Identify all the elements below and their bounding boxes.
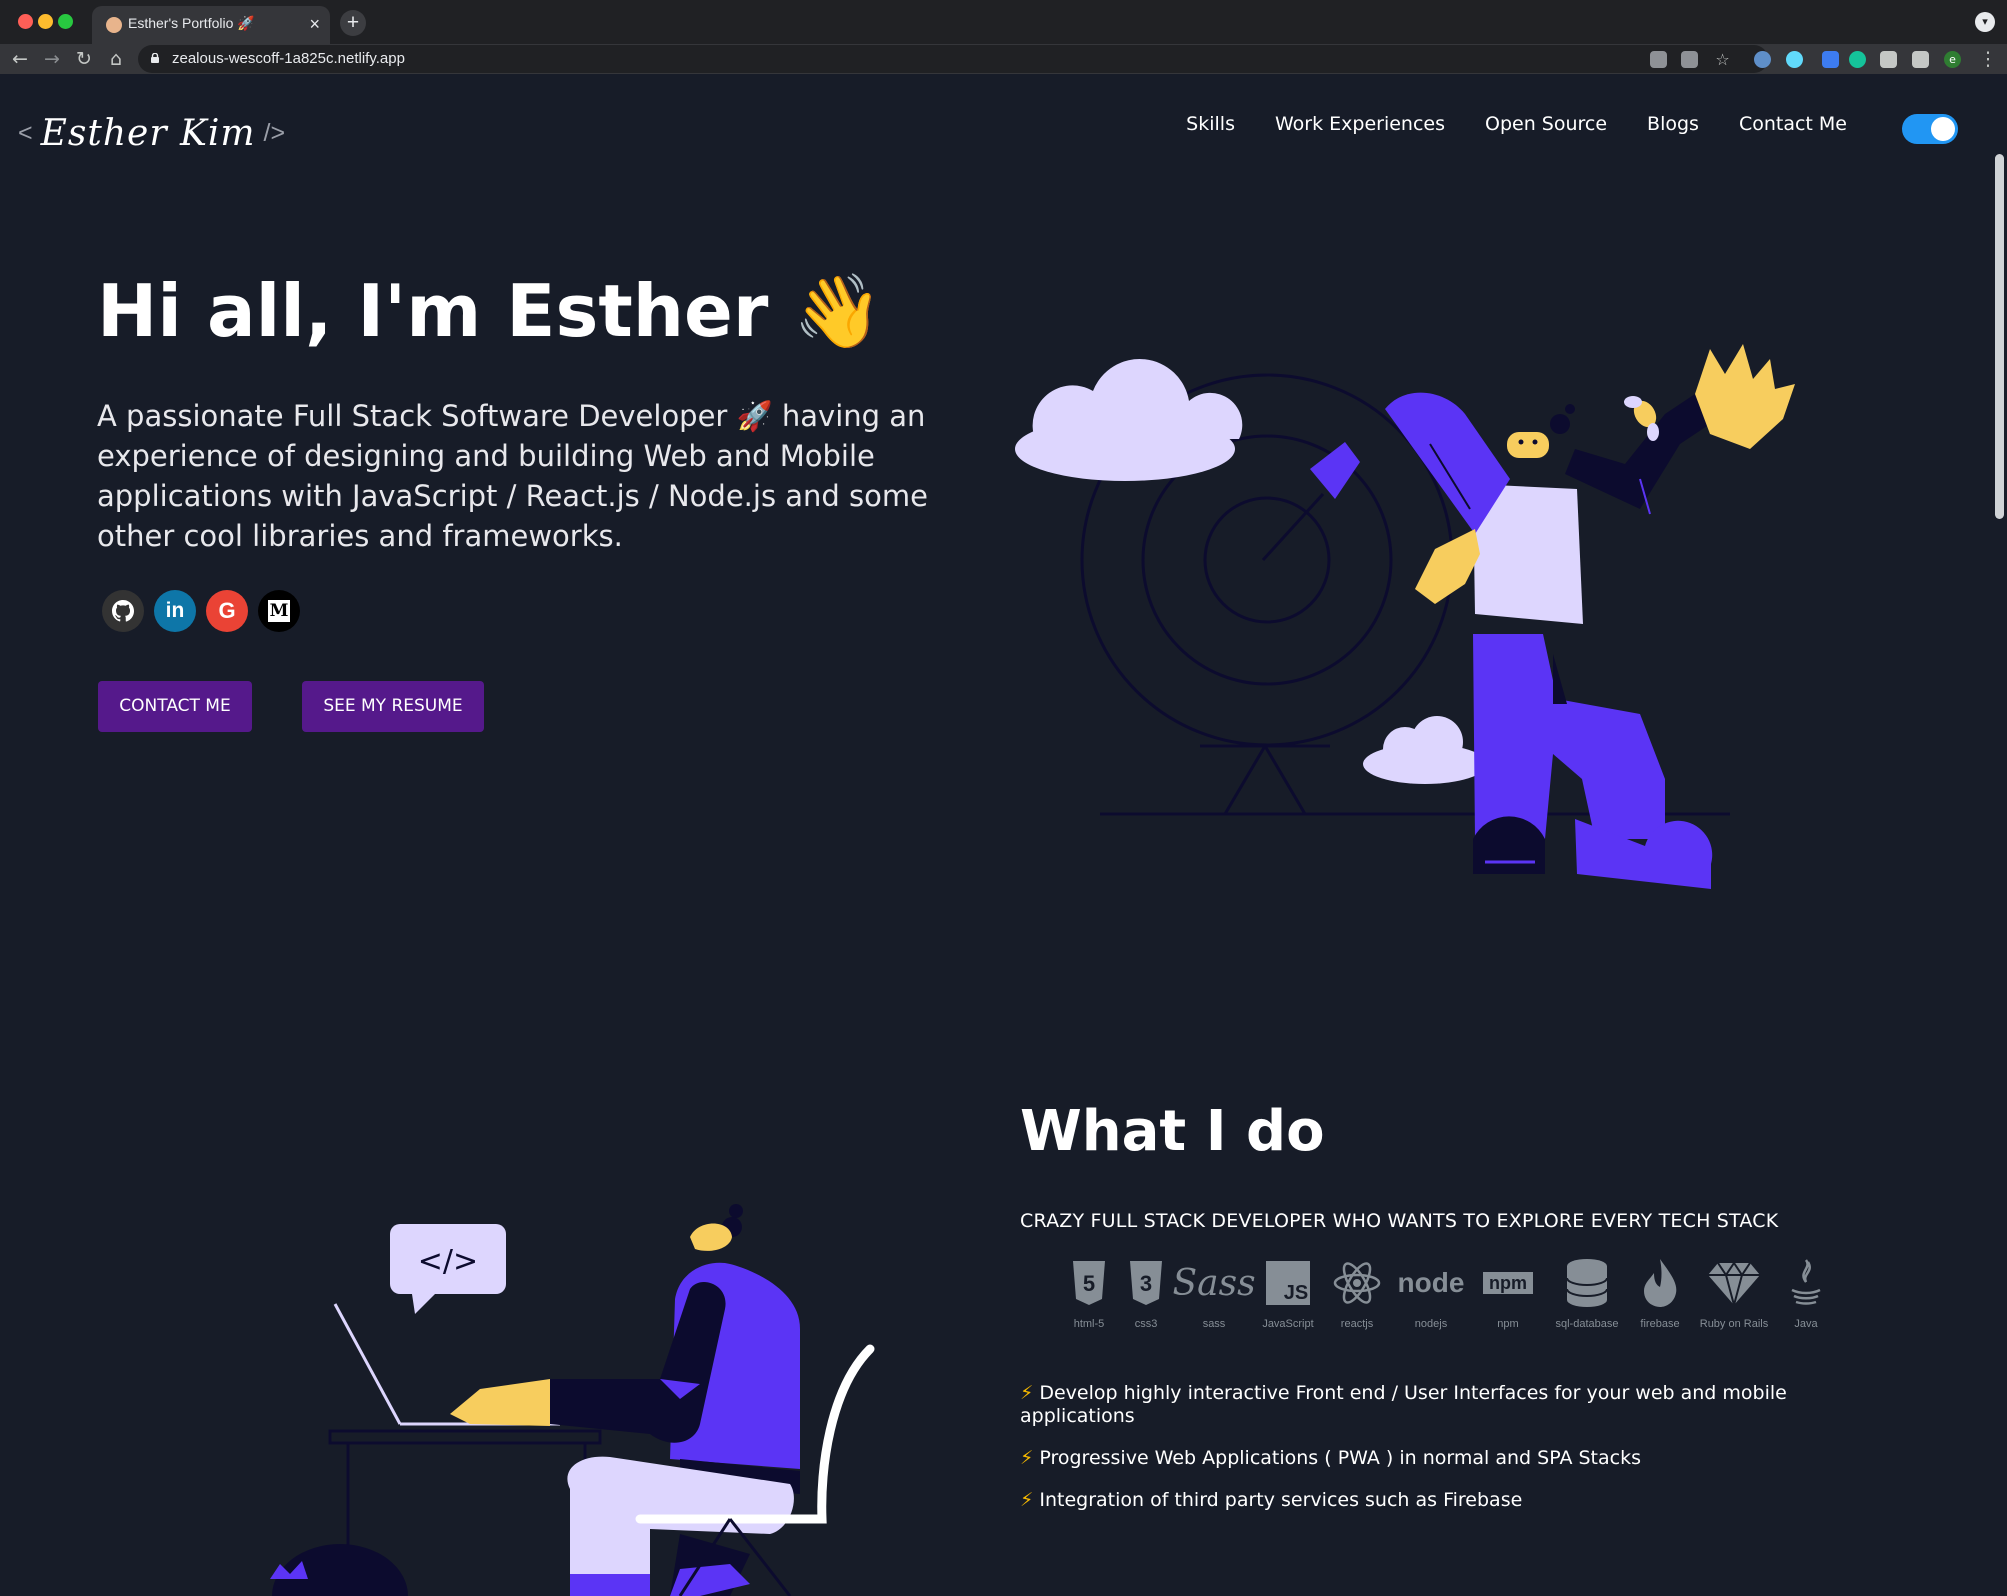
linkedin-icon[interactable]: in xyxy=(154,590,196,632)
github-icon[interactable] xyxy=(102,590,144,632)
browser-tabstrip: Esther's Portfolio 🚀 × + ▾ xyxy=(0,0,2007,44)
see-resume-button[interactable]: SEE MY RESUME xyxy=(302,681,484,732)
tab-search-icon[interactable]: ▾ xyxy=(1975,12,1995,32)
logo-close-bracket: /> xyxy=(263,118,286,147)
lightning-icon: ⚡ xyxy=(1020,1382,1034,1404)
svg-text:5: 5 xyxy=(1083,1271,1095,1296)
forward-icon[interactable]: → xyxy=(40,47,64,71)
nav-contact-me[interactable]: Contact Me xyxy=(1719,113,1867,135)
qr-code-icon[interactable] xyxy=(1650,51,1667,68)
html5-icon: 5 xyxy=(1073,1261,1105,1305)
skill-node: node nodejs xyxy=(1397,1267,1465,1330)
skills-bullet-list: ⚡ Develop highly interactive Front end / … xyxy=(1020,1382,1840,1531)
database-icon xyxy=(1566,1259,1608,1307)
scrollbar-thumb[interactable] xyxy=(1995,154,2004,519)
lightning-icon: ⚡ xyxy=(1020,1447,1034,1469)
skill-java: Java xyxy=(1776,1254,1836,1330)
browser-tab[interactable]: Esther's Portfolio 🚀 × xyxy=(92,6,330,44)
greeting-subtitle: A passionate Full Stack Software Develop… xyxy=(97,399,928,553)
svg-text:JS: JS xyxy=(1284,1282,1308,1304)
browser-toolbar: ← → ↻ ⌂ zealous-wescoff-1a825c.netlify.a… xyxy=(0,44,2007,74)
firebase-icon xyxy=(1644,1259,1677,1307)
site-logo[interactable]: < Esther Kim /> xyxy=(18,104,285,162)
react-icon xyxy=(1333,1262,1381,1304)
extensions-puzzle-icon[interactable] xyxy=(1880,51,1897,68)
javascript-icon: JS xyxy=(1266,1261,1310,1305)
page-scrollbar[interactable] xyxy=(1992,74,2007,1596)
skill-html5: 5 html-5 xyxy=(1060,1254,1118,1330)
skill-react: reactjs xyxy=(1322,1254,1392,1330)
nav-blogs[interactable]: Blogs xyxy=(1627,113,1719,135)
reload-icon[interactable]: ↻ xyxy=(72,47,96,71)
css3-icon: 3 xyxy=(1130,1261,1162,1305)
grammarly-icon[interactable] xyxy=(1849,51,1866,68)
extension-2-icon[interactable] xyxy=(1822,51,1839,68)
skill-sass: Sass sass xyxy=(1172,1262,1256,1331)
skill-javascript: JS JavaScript xyxy=(1254,1254,1322,1330)
skill-ruby-on-rails: Ruby on Rails xyxy=(1692,1254,1776,1330)
contact-me-button[interactable]: CONTACT ME xyxy=(98,681,252,732)
react-devtools-icon[interactable] xyxy=(1786,51,1803,68)
nav-skills[interactable]: Skills xyxy=(1166,113,1255,135)
skill-bullet: ⚡ Progressive Web Applications ( PWA ) in… xyxy=(1020,1447,1641,1469)
browser-menu-icon[interactable]: ⋮ xyxy=(1976,47,2000,71)
hero-illustration xyxy=(1015,344,1795,889)
url-text: zealous-wescoff-1a825c.netlify.app xyxy=(172,50,405,67)
logo-signature: Esther Kim xyxy=(40,112,256,154)
translate-icon[interactable] xyxy=(1681,51,1698,68)
sass-icon: Sass xyxy=(1172,1262,1256,1304)
home-icon[interactable]: ⌂ xyxy=(104,47,128,71)
lock-icon xyxy=(151,53,159,63)
new-tab-button[interactable]: + xyxy=(340,10,366,36)
skill-css3: 3 css3 xyxy=(1118,1254,1174,1330)
skill-bullet: ⚡ Develop highly interactive Front end / … xyxy=(1020,1382,1787,1427)
tab-title: Esther's Portfolio 🚀 xyxy=(128,15,255,31)
skill-firebase: firebase xyxy=(1628,1254,1692,1330)
lightning-icon: ⚡ xyxy=(1020,1489,1034,1511)
back-icon[interactable]: ← xyxy=(8,47,32,71)
node-icon: node xyxy=(1397,1267,1465,1298)
toggle-knob xyxy=(1931,117,1955,141)
skill-sql-database: sql-database xyxy=(1546,1254,1628,1330)
page-content: < Esther Kim /> Skills Work Experiences … xyxy=(0,74,2007,1596)
nav-work-experiences[interactable]: Work Experiences xyxy=(1255,113,1465,135)
code-bubble-text: </> xyxy=(418,1244,478,1279)
tab-close-icon[interactable]: × xyxy=(309,13,320,35)
svg-text:3: 3 xyxy=(1140,1271,1152,1296)
skills-icon-list: 5 html-5 3 css3 Sass sass JS JavaScript … xyxy=(1060,1254,1836,1330)
greeting-title: Hi all, I'm Esther 👋 xyxy=(97,269,884,353)
profile-avatar[interactable]: e xyxy=(1944,51,1961,68)
what-i-do-title: What I do xyxy=(1020,1099,1325,1164)
reading-list-icon[interactable] xyxy=(1912,51,1929,68)
extension-1-icon[interactable] xyxy=(1754,51,1771,68)
bookmark-star-icon[interactable]: ☆ xyxy=(1714,51,1731,68)
ruby-icon xyxy=(1708,1261,1760,1305)
maximize-window-button[interactable] xyxy=(58,14,73,29)
nav-open-source[interactable]: Open Source xyxy=(1465,113,1627,135)
address-bar[interactable]: zealous-wescoff-1a825c.netlify.app xyxy=(138,45,1768,73)
skill-npm: npm npm xyxy=(1470,1254,1546,1330)
google-icon[interactable]: G xyxy=(206,590,248,632)
developer-illustration: </> xyxy=(270,1204,875,1596)
close-window-button[interactable] xyxy=(18,14,33,29)
medium-icon[interactable]: M xyxy=(258,590,300,632)
what-i-do-subtitle: CRAZY FULL STACK DEVELOPER WHO WANTS TO … xyxy=(1020,1210,1779,1232)
npm-icon: npm xyxy=(1483,1272,1533,1294)
java-icon xyxy=(1791,1259,1821,1305)
dark-mode-toggle[interactable] xyxy=(1902,114,1958,144)
main-nav: Skills Work Experiences Open Source Blog… xyxy=(1166,113,1867,135)
skill-bullet: ⚡ Integration of third party services suc… xyxy=(1020,1489,1523,1511)
logo-open-bracket: < xyxy=(18,118,33,147)
favicon-icon xyxy=(106,17,122,33)
social-links: in G M xyxy=(102,590,300,632)
minimize-window-button[interactable] xyxy=(38,14,53,29)
